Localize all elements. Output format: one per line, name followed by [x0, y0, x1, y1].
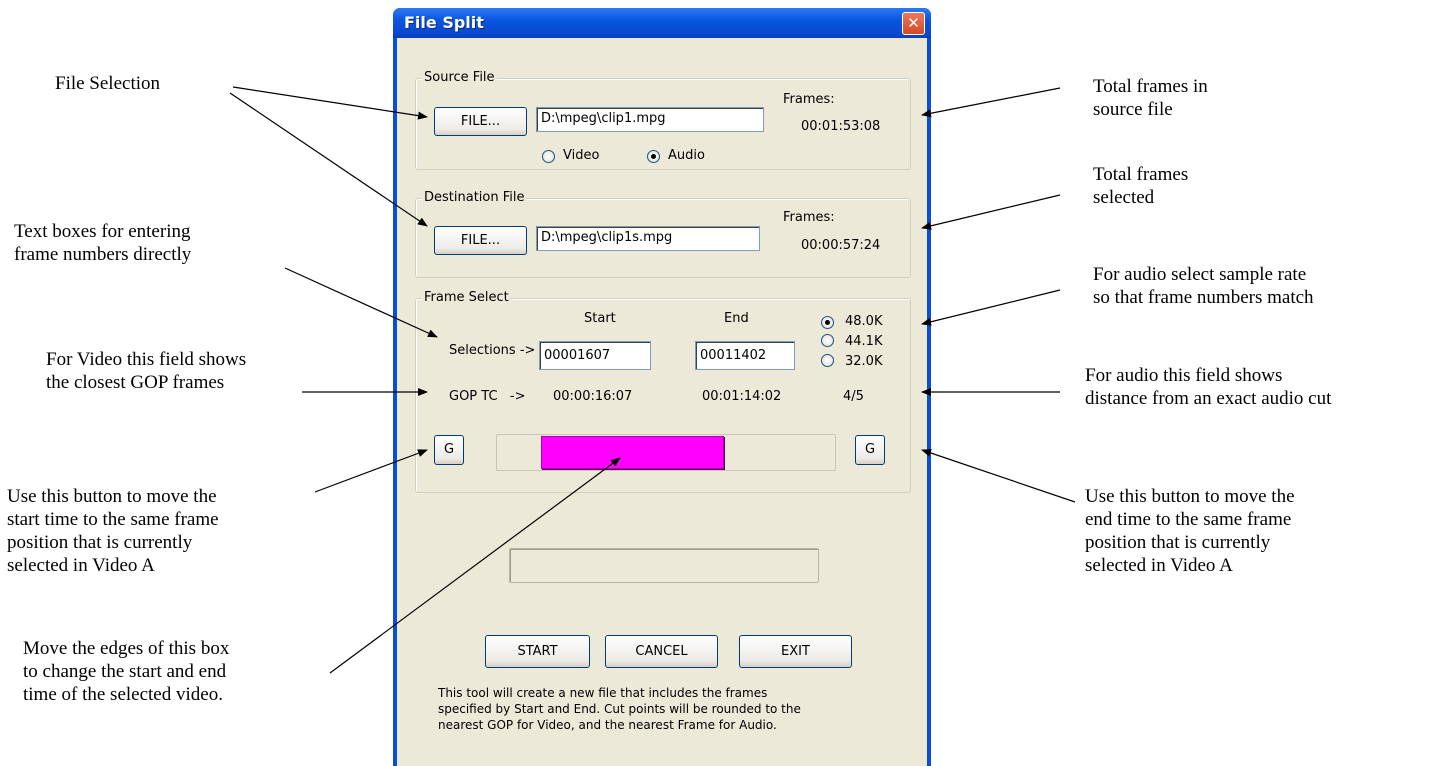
gop-end-value: 00:01:14:02 — [702, 389, 782, 404]
title-bar[interactable]: File Split ✕ — [393, 8, 931, 38]
destination-path-field[interactable]: D:\mpeg\clip1s.mpg — [536, 226, 760, 251]
audio-radio[interactable] — [647, 150, 660, 163]
arrow-total-source — [921, 87, 1061, 118]
selections-label: Selections -> — [449, 343, 536, 358]
dialog-client-area: Source File FILE... D:\mpeg\clip1.mpg Fr… — [397, 38, 927, 766]
selection-range-box[interactable] — [541, 436, 724, 469]
gop-tc-label: GOP TC -> — [449, 389, 526, 404]
destination-file-group-label: Destination File — [422, 190, 527, 205]
destination-file-button[interactable]: FILE... — [434, 226, 527, 255]
source-file-group-label: Source File — [422, 70, 497, 85]
rate-radio-48k[interactable] — [821, 316, 834, 329]
end-column-header: End — [724, 311, 749, 326]
tool-description: This tool will create a new file that in… — [438, 686, 801, 732]
video-radio-label: Video — [563, 148, 600, 163]
file-split-window: File Split ✕ Source File FILE... D:\mpeg… — [393, 8, 931, 766]
g-start-button[interactable]: G — [434, 435, 464, 465]
annotation-total-selected: Total frames selected — [1093, 164, 1189, 208]
video-radio[interactable] — [542, 150, 555, 163]
annotation-end-button: Use this button to move the end time to … — [1085, 486, 1295, 576]
arrow-audio-rate — [921, 289, 1061, 326]
source-frames-label: Frames: — [783, 92, 835, 107]
cancel-button[interactable]: CANCEL — [605, 635, 718, 668]
exit-button[interactable]: EXIT — [739, 635, 852, 668]
rate-radio-441k[interactable] — [821, 334, 834, 347]
annotation-text-boxes: Text boxes for entering frame numbers di… — [14, 221, 192, 265]
source-file-button[interactable]: FILE... — [434, 107, 527, 136]
start-frame-input[interactable]: 00001607 — [539, 341, 651, 370]
rate-label-441k: 44.1K — [845, 334, 883, 349]
annotation-file-selection: File Selection — [55, 73, 161, 94]
annotation-total-source: Total frames in source file — [1093, 76, 1208, 120]
arrow-end-button — [921, 449, 1076, 503]
rate-label-48k: 48.0K — [845, 314, 883, 329]
audio-distance-value: 4/5 — [843, 389, 864, 404]
source-frames-value: 00:01:53:08 — [801, 119, 881, 134]
close-button[interactable]: ✕ — [902, 12, 925, 35]
annotation-start-button: Use this button to move the start time t… — [7, 486, 219, 576]
arrow-total-selected — [921, 194, 1061, 230]
annotation-move-edges: Move the edges of this box to change the… — [23, 638, 230, 705]
destination-frames-value: 00:00:57:24 — [801, 238, 881, 253]
end-frame-input[interactable]: 00011402 — [695, 341, 795, 370]
selection-range-track[interactable] — [496, 434, 836, 471]
progress-bar — [509, 548, 819, 583]
audio-radio-label: Audio — [668, 148, 705, 163]
g-end-button[interactable]: G — [855, 435, 885, 465]
annotation-audio-rate: For audio select sample rate so that fra… — [1093, 264, 1314, 308]
rate-label-32k: 32.0K — [845, 354, 883, 369]
annotation-audio-distance: For audio this field shows distance from… — [1085, 365, 1332, 409]
annotation-video-gop: For Video this field shows the closest G… — [46, 349, 247, 393]
window-title: File Split — [404, 13, 484, 32]
source-path-field[interactable]: D:\mpeg\clip1.mpg — [536, 107, 764, 132]
rate-radio-32k[interactable] — [821, 354, 834, 367]
start-button[interactable]: START — [485, 635, 590, 668]
destination-frames-label: Frames: — [783, 210, 835, 225]
close-icon: ✕ — [907, 14, 920, 32]
gop-start-value: 00:00:16:07 — [553, 389, 633, 404]
frame-select-group-label: Frame Select — [422, 290, 511, 305]
start-column-header: Start — [584, 311, 616, 326]
